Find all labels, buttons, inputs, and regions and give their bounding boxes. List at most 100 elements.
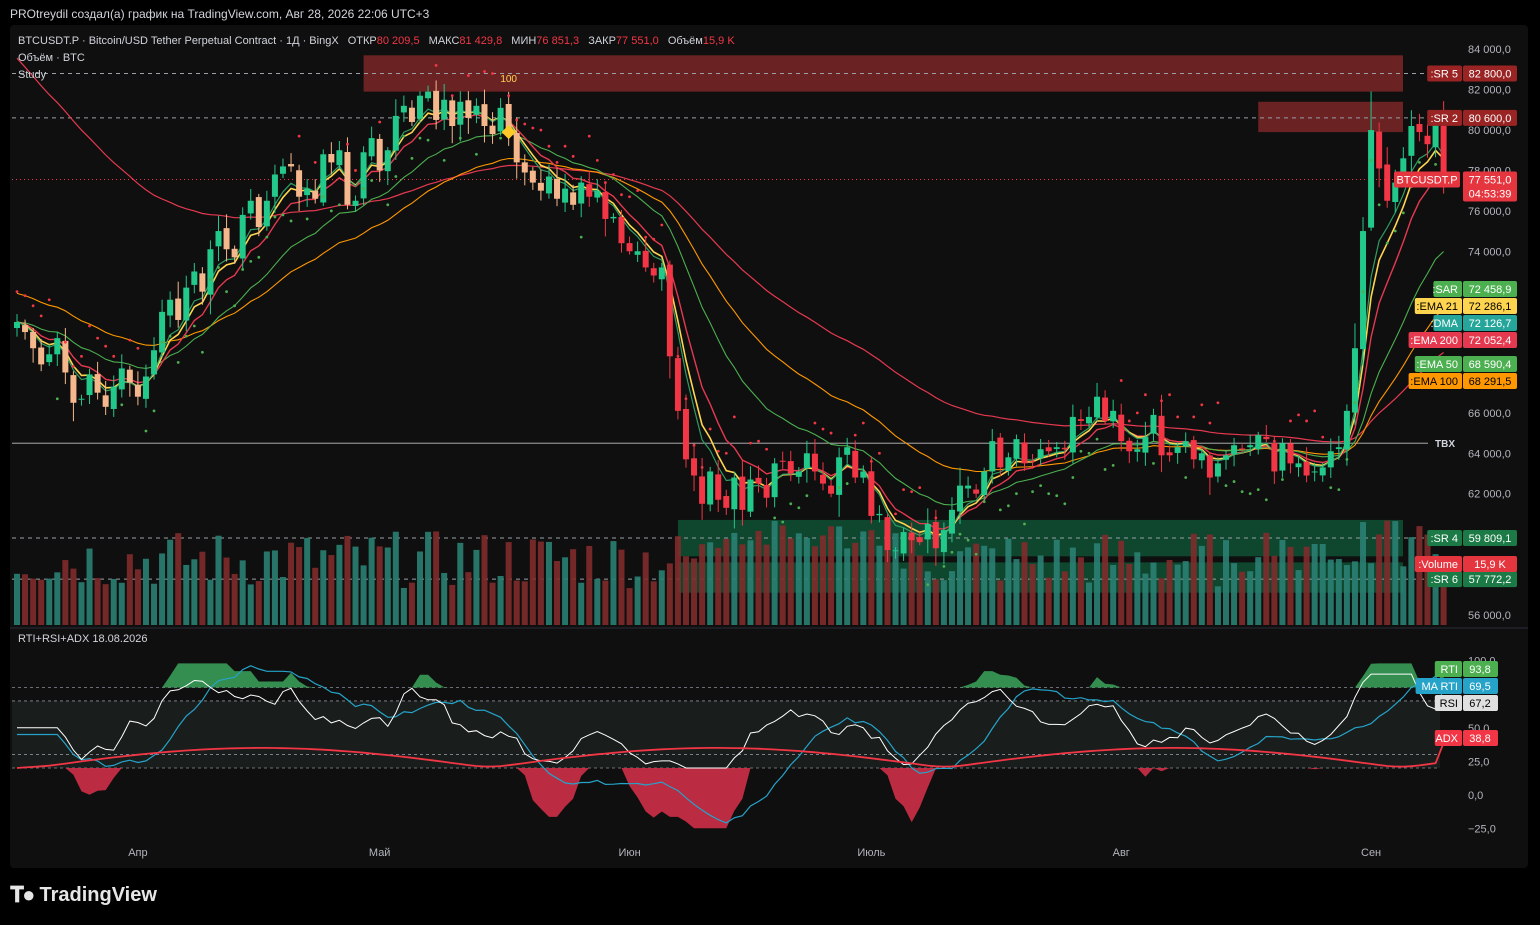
symbol-title: BTCUSDT.P · Bitcoin/USD Tether Perpetual… [18,35,339,47]
volume-bar [86,548,93,625]
candle [1142,437,1149,453]
candle [1045,447,1052,452]
volume-bar [360,565,367,625]
sar-dot [120,403,124,407]
candle [1069,416,1076,453]
volume-bar [46,578,53,625]
sar-dot [781,520,785,524]
sr-zones-layer: TBX [12,55,1455,593]
candle [126,369,133,383]
label-value: 72 286,1 [1469,301,1512,313]
sar-dot [692,443,696,447]
volume-bar [22,574,29,625]
sar-dot [894,512,897,516]
ema-50-line [16,132,1444,506]
indicator-legend[interactable]: RTI+RSI+ADX 18.08.2026 [18,633,147,645]
volume-bar [650,581,657,625]
volume-legend[interactable]: Объём · BTC [18,52,85,64]
sr-zone-1 [1258,101,1403,133]
sar-dot [1256,488,1260,492]
sar-dot [644,235,648,239]
candle [320,154,327,203]
candle [159,311,166,353]
volume-bar [126,554,133,625]
candle [30,332,37,349]
symbol-price-name: BTCUSDT.P [1396,175,1457,187]
tradingview-logo[interactable]: 𝐓● TradingView [10,882,157,908]
volume-bar [771,520,778,625]
label-value: 72 458,9 [1469,284,1512,296]
volume-bar [763,544,770,625]
candle [191,271,198,285]
sar-dot [1337,488,1341,492]
candle [997,437,1004,468]
volume-bar [336,544,343,625]
sar-dot [1127,419,1131,423]
candle [336,150,343,166]
volume-bar [368,537,375,625]
candle [22,325,29,333]
volume-bar [102,584,109,625]
sar-dot [410,156,414,160]
sar-dot [1184,476,1188,479]
candle [1094,396,1101,418]
candle [1053,447,1060,449]
candle [1021,442,1028,464]
volume-bar [852,542,859,625]
volume-bar [521,581,528,625]
sar-dot [1329,486,1333,490]
last-price-value: 77 551,0 [1469,175,1512,187]
candle [1029,460,1036,462]
sar-dot [31,304,35,308]
sar-dot [1031,490,1034,494]
volume-bar [1069,547,1076,625]
ema-21-line [16,109,1445,537]
chart-canvas[interactable]: TBX 100 100,050,025,00,0−25,0RTI93,8MA R… [0,0,1540,925]
volume-bar [408,582,415,625]
volume-bar [473,549,480,625]
candle [110,386,117,409]
sar-dot [1039,484,1043,488]
sar-dot [176,360,180,364]
volume-bar [618,549,625,625]
volume-bar [1005,538,1012,625]
candle [1077,419,1084,421]
sar-dot [1119,379,1123,382]
sar-dot [853,433,857,437]
sar-dot [225,290,228,294]
candle [1303,461,1310,476]
time-tick: Июль [857,847,885,859]
volume-bar [263,551,270,625]
volume-bar [860,531,867,625]
sar-dot [1144,393,1147,397]
volume-bar [666,563,673,625]
volume-bar [70,568,77,625]
sar-dot [1313,409,1317,413]
candle [602,191,609,219]
volume-bar [142,558,149,625]
candle [884,517,891,551]
volume-bar [231,573,238,625]
sar-dot [1200,403,1204,407]
sar-dot [209,278,212,281]
candle [255,197,262,228]
logo-text: TradingView [39,883,157,906]
sar-dot [80,354,83,358]
volume-bar [699,544,706,625]
candle [352,200,359,206]
candle [86,374,93,396]
sar-dot [1111,464,1115,467]
sar-dot [1079,449,1083,453]
candle [586,184,593,197]
candle [1239,448,1246,450]
sar-dot [1015,492,1018,496]
candle [957,485,964,512]
sar-dot [1103,468,1107,471]
sar-dot [620,193,623,197]
sar-dot [741,478,744,481]
candle [54,338,61,355]
sar-dot [902,488,905,492]
study-legend[interactable]: Study [18,69,46,81]
candle [392,115,399,151]
candle [787,461,794,474]
